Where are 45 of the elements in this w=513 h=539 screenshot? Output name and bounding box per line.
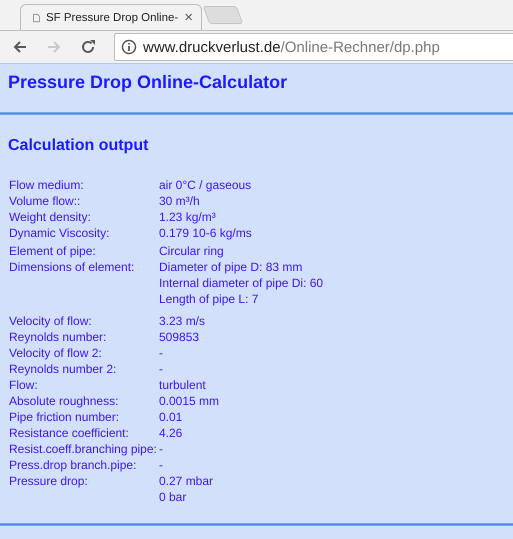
field-value: - [159,441,163,457]
reload-icon[interactable] [80,39,96,55]
back-arrow-icon[interactable] [12,39,28,55]
field-label: Velocity of flow 2: [9,345,103,361]
field-value: air 0°C / gaseous [159,177,252,193]
field-value: turbulent [159,377,206,393]
field-label: Weight density: [9,209,92,225]
field-value: 1.23 kg/m³ [159,209,216,225]
field-label: Flow medium: [9,177,85,193]
field-value: 3.23 m/s [159,313,206,329]
field-value: 0.179 10-6 kg/ms [159,225,252,241]
field-label: Pressure drop: [9,473,89,490]
field-label: Resist.coeff.branching pipe: [9,441,158,457]
field-value: 0.0015 mm [159,393,220,409]
page-title: Pressure Drop Online-Calculator [8,72,288,94]
field-value: Length of pipe L: 7 [159,291,258,307]
field-label: Volume flow:: [9,193,82,209]
field-label: Absolute roughness: [9,393,120,409]
field-label: Resistance coefficient: [9,425,130,441]
field-value: Circular ring [159,243,224,259]
browser-tab[interactable]: SF Pressure Drop Online- × [20,4,202,30]
field-value: 509853 [159,329,200,345]
field-value: 0.01 [159,409,182,425]
field-label: Dimensions of element: [9,259,136,276]
field-label: Press.drop branch.pipe: [9,457,138,473]
field-value: Diameter of pipe D: 83 mm [159,259,302,275]
field-label: Reynolds number: [9,329,108,345]
field-label: Velocity of flow: [9,313,93,329]
field-label: Pipe friction number: [9,409,120,425]
field-value: 30 m³/h [159,193,200,209]
field-label: Dynamic Viscosity: [9,225,110,241]
field-value: 0 bar [159,489,186,505]
close-tab-button[interactable]: × [184,9,193,26]
field-value: 4.26 [159,425,182,441]
field-value: - [159,345,163,361]
field-label: Reynolds number 2: [9,361,118,377]
field-value: - [159,457,163,473]
field-value: - [159,361,163,377]
field-value: 0.27 mbar [159,473,214,489]
address-bar[interactable]: www.druckverlust.de/Online-Rechner/dp.php [114,33,513,61]
field-label: Element of pipe: [9,243,97,259]
field-label: Flow: [9,377,39,393]
field-value: Internal diameter of pipe Di: 60 [159,275,324,291]
info-icon [121,39,137,55]
section-heading: Calculation output [8,137,150,155]
